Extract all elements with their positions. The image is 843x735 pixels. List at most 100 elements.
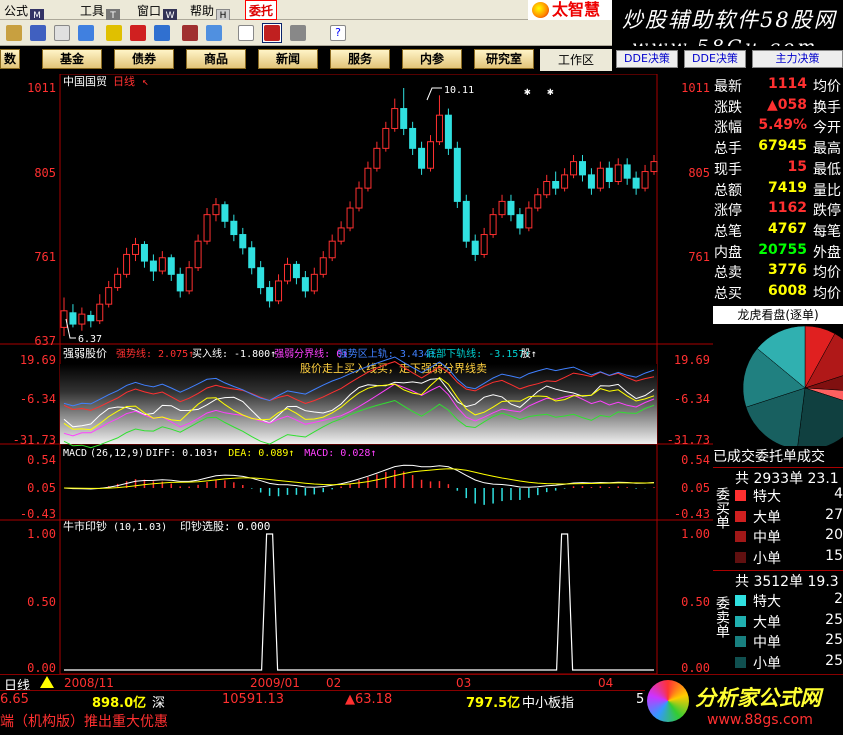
brand-icon [532,2,549,18]
toolbar-back-button[interactable] [52,23,72,43]
candle-body [391,108,399,129]
order-value: 25 [825,652,843,669]
candle-body [292,263,300,279]
export-icon [206,25,222,41]
nav-shuju[interactable]: 数 [0,49,20,69]
nav-bond[interactable]: 债券 [114,49,174,69]
macd-axis-label-right: 0.05 [681,481,710,495]
nav-commodity[interactable]: 商品 [186,49,246,69]
toolbar-filter-button[interactable] [76,23,96,43]
toolbar-chart-button[interactable] [28,23,48,43]
candle-body [498,200,506,216]
buy-order-row: 特大 4 [713,486,843,506]
dde-decision-button[interactable]: DDE决策 [616,50,678,68]
stock-name: 中国国贸 [63,75,107,88]
quote-value: 1114 [768,76,807,92]
quote-suffix: 外盘 [813,244,841,261]
candle-body [534,194,542,209]
sell-order-row: 大单 25 [713,612,843,632]
toolbar-help-button[interactable]: ? [328,23,348,43]
toolbar-tool-button[interactable] [180,23,200,43]
nav-news[interactable]: 新闻 [258,49,318,69]
macd-legend-item: MACD: 0.028↑ [304,448,376,459]
toolbar-analysis-button[interactable] [152,23,172,43]
price-axis-label: 805 [34,166,56,180]
macd-axis-label: -0.43 [20,507,56,521]
nav-insider[interactable]: 内参 [402,49,462,69]
ind1-axis-label-right: 19.69 [674,353,710,367]
date-label: 2008/11 [64,676,114,690]
price-axis-label: 1011 [27,81,56,95]
candle-body [462,200,470,242]
candle-body [301,277,309,292]
candle-body [632,177,640,189]
macd-legend-item: DEA: 0.089↑ [228,448,294,459]
order-value: 15 [825,547,843,564]
price-axis-label-right: 761 [688,250,710,264]
sz-change: ▲63.18 [345,692,393,707]
sell-count: 共 3512单 19.3 [713,570,843,590]
workspace-tab[interactable]: 工作区 [540,49,612,71]
candle-body [87,314,95,322]
macd-title: MACD [63,448,87,459]
toolbar-doc-button[interactable] [236,23,256,43]
chart-area[interactable]: 1011 805 761 637 1011 805 761 中国国贸 日线 ↖ … [0,73,713,675]
main-force-button[interactable]: 主力决策 [752,50,843,68]
toolbar-bookmark-button[interactable] [4,23,24,43]
ind1-axis-label: -31.73 [13,433,56,447]
quote-suffix: 最低 [813,161,841,178]
pinwheel-icon [647,680,689,722]
toolbar-alert-button[interactable] [128,23,148,43]
quote-label: 总卖 [714,265,742,282]
completed-title: 已成交委托单成交 [713,449,825,465]
quote-value: 3776 [768,262,807,279]
ind1-axis-label-right: -31.73 [667,433,710,447]
filter-icon [78,25,94,41]
candle-body [257,267,265,289]
price-axis-label-right: 1011 [681,81,710,95]
candle-body [480,234,488,255]
watermark-88gs: 分析家公式网 www.88gs.com [645,676,843,735]
sell-order-row: 特大 2 [713,591,843,611]
order-label: 大单 [753,614,781,631]
sell-order-row: 小单 25 [713,653,843,673]
color-swatch [735,531,746,542]
trade-button[interactable]: 委托 [245,0,278,20]
candle-body [400,108,408,129]
order-value: 4 [834,486,843,502]
dragon-title[interactable]: 龙虎看盘(逐单) [713,306,843,324]
order-value: 2 [834,591,843,607]
macd-legend-item: DIFF: 0.103↑ [146,448,218,459]
toolbar-grid-button[interactable] [288,23,308,43]
candle-body [248,247,256,269]
candle-body [69,312,77,325]
quote-row: 总额 7419 量比 [713,180,843,199]
menu-label: 公式 [4,4,29,18]
candle-body [409,127,417,149]
candle-body [132,243,140,255]
toolbar-bell-button[interactable] [104,23,124,43]
status-trailing: 5 [636,692,645,707]
toolbar-export-button[interactable] [204,23,224,43]
dde-decision-button-2[interactable]: DDE决策 [684,50,746,68]
triangle-icon[interactable] [40,676,54,688]
nav-fund[interactable]: 基金 [42,49,102,69]
toolbar-layout-button[interactable] [262,23,282,43]
quote-suffix: 今开 [813,120,841,137]
quote-suffix: 最高 [813,141,841,158]
candle-body [149,260,157,272]
money-print-line [64,533,654,671]
quote-row: 总卖 3776 均价 [713,262,843,281]
candle-body [275,280,283,302]
quote-suffix: 换手 [813,99,841,116]
quote-value: 4767 [768,220,807,237]
quote-row: 现手 15 最低 [713,159,843,178]
macd-axis-label: 0.54 [27,453,56,467]
candle-body [158,257,166,272]
nav-service[interactable]: 服务 [330,49,390,69]
quote-label: 总额 [714,182,742,199]
nav-research[interactable]: 研究室 [474,49,534,69]
star-icon: ✱ [547,85,554,98]
candle-body [140,243,148,262]
ind1-title: 强弱股价 [63,347,107,360]
